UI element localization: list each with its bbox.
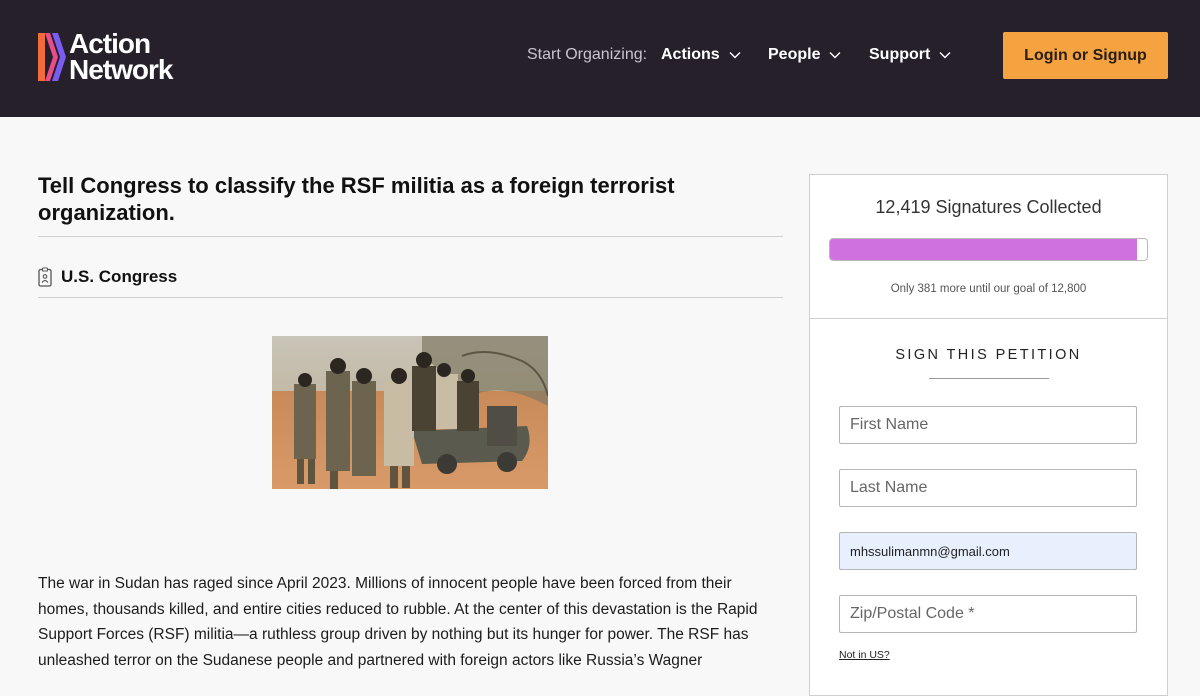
not-in-us-link[interactable]: Not in US? [839, 649, 890, 661]
logo-stripes-icon [38, 33, 66, 81]
email-field[interactable] [839, 532, 1137, 570]
petition-photo-image [272, 336, 548, 489]
petition-body: The war in Sudan has raged since April 2… [38, 575, 758, 669]
nav-prefix: Start Organizing: [527, 46, 648, 63]
petition-title: Tell Congress to classify the RSF militi… [38, 173, 675, 225]
signature-count: 12,419 Signatures Collected [875, 197, 1102, 217]
site-header: Action Network Start Organizing: Actions… [0, 0, 1200, 117]
title-divider [38, 236, 783, 237]
zip-code-field[interactable] [839, 595, 1137, 633]
chevron-down-icon [729, 52, 741, 59]
nav-people-label: People [768, 46, 821, 63]
nav-support-label: Support [869, 46, 931, 63]
sign-petition-heading: SIGN THIS PETITION [895, 347, 1082, 363]
login-signup-button[interactable]: Login or Signup [1003, 32, 1168, 79]
first-name-field[interactable] [839, 406, 1137, 444]
petition-photo [272, 336, 548, 489]
nav-actions[interactable]: Actions [661, 46, 741, 64]
target-divider [38, 297, 783, 298]
last-name-field[interactable] [839, 469, 1137, 507]
logo-wordmark: Action Network [69, 30, 173, 85]
target-label: U.S. Congress [61, 267, 178, 286]
petition-target: U.S. Congress [38, 267, 177, 287]
chevron-down-icon [829, 52, 841, 59]
nav-support[interactable]: Support [869, 46, 951, 64]
logo-line-2: Network [69, 54, 173, 85]
chevron-down-icon [939, 52, 951, 59]
panel-divider [810, 318, 1167, 319]
clipboard-icon [38, 267, 52, 287]
action-network-logo[interactable]: Action Network [36, 30, 196, 85]
signature-progress-fill [830, 239, 1138, 260]
signature-progress-bar [829, 238, 1148, 261]
heading-underline [929, 378, 1049, 379]
signature-panel: 12,419 Signatures Collected Only 381 mor… [809, 174, 1168, 696]
nav-people[interactable]: People [768, 46, 841, 64]
signature-goal-text: Only 381 more until our goal of 12,800 [890, 283, 1087, 295]
nav-actions-label: Actions [661, 46, 720, 63]
